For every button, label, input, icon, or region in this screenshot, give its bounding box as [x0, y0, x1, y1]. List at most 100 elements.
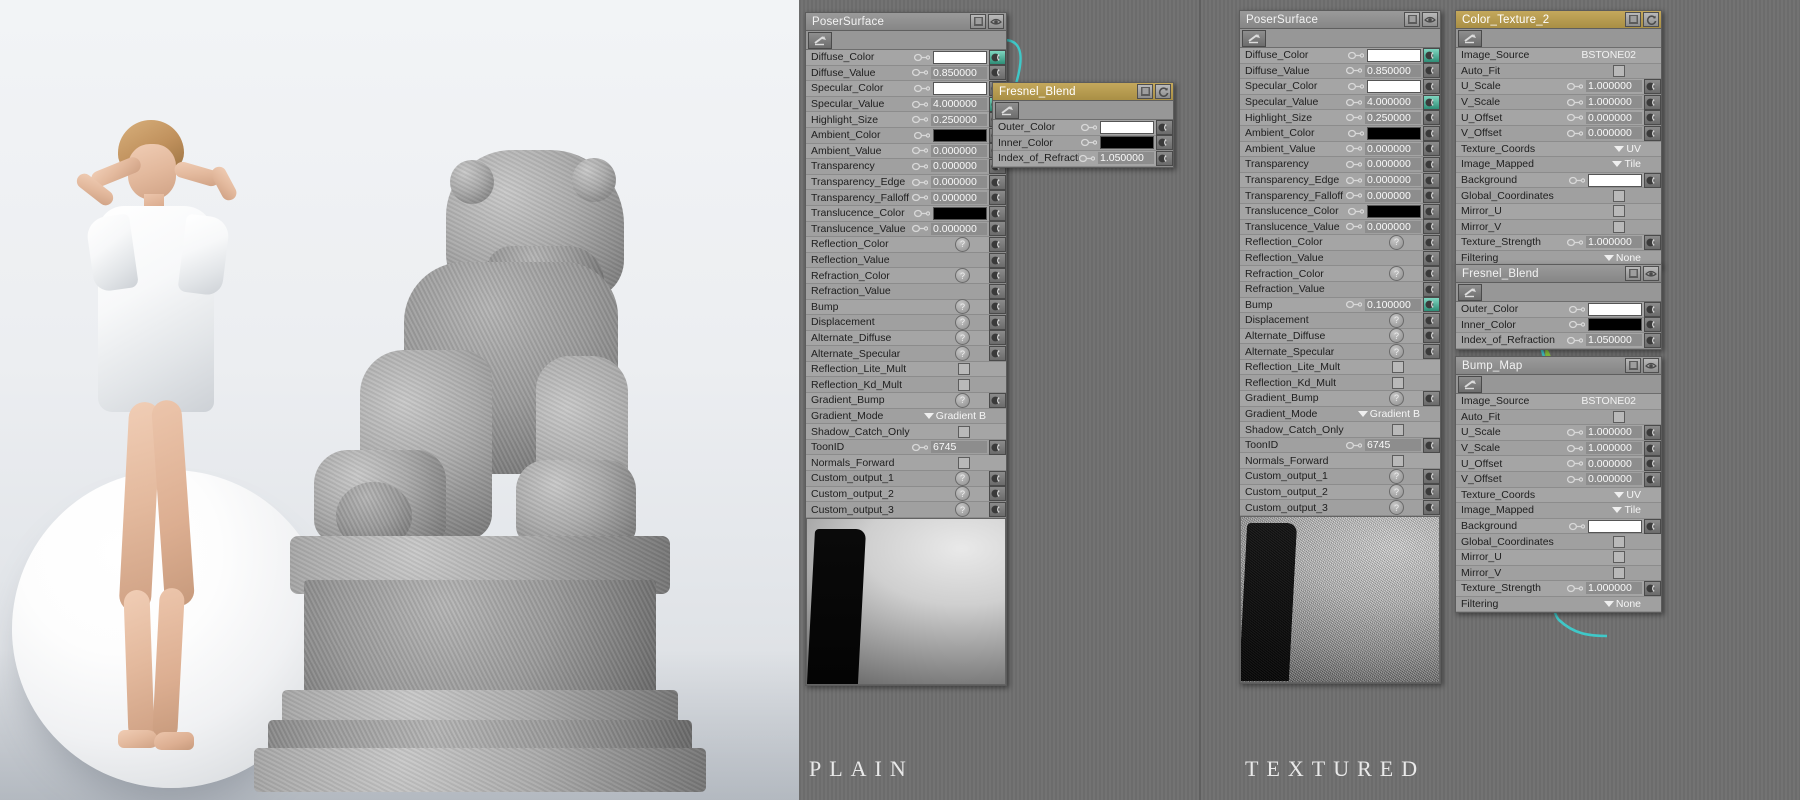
param-value[interactable]: ? [955, 299, 987, 315]
node-titlebar[interactable]: Color_Texture_2 [1456, 11, 1661, 29]
param-value[interactable]: 0.850000 [912, 66, 987, 79]
checkbox[interactable] [1613, 64, 1625, 77]
animation-key-icon[interactable] [1567, 444, 1583, 453]
output-plug-icon[interactable] [1646, 81, 1659, 92]
param-row[interactable]: Translucence_Value 0.000000 [806, 221, 1006, 238]
param-row[interactable]: Image_Mapped Tile [1456, 503, 1661, 519]
animation-key-icon[interactable] [1567, 459, 1583, 468]
param-value[interactable]: ? [955, 502, 987, 518]
param-row[interactable]: Refraction_Value [806, 283, 1006, 300]
color-swatch[interactable] [1100, 136, 1154, 150]
popup-menu[interactable]: UV [1614, 489, 1644, 501]
list-icon[interactable] [970, 14, 986, 29]
node-titlebar[interactable]: PoserSurface [806, 13, 1006, 31]
output-plug-icon[interactable] [991, 239, 1004, 250]
animation-key-icon[interactable] [1567, 82, 1583, 91]
checkbox[interactable] [958, 363, 970, 376]
input-plug-icon[interactable] [1423, 390, 1440, 406]
color-swatch[interactable] [1588, 519, 1642, 533]
empty-input-icon[interactable]: ? [955, 486, 970, 502]
param-value[interactable]: 1.000000 [1567, 236, 1642, 249]
input-plug-icon[interactable] [1644, 94, 1661, 110]
animation-key-icon[interactable] [1567, 113, 1583, 122]
node-output-bar[interactable] [806, 31, 1006, 50]
output-plug-icon[interactable] [1425, 486, 1438, 497]
animation-key-icon[interactable] [1346, 300, 1362, 309]
material-preview[interactable] [1240, 515, 1440, 683]
input-plug-icon[interactable] [989, 314, 1006, 330]
input-plug-icon[interactable] [989, 439, 1006, 455]
param-row[interactable]: Custom_output_1? [1240, 468, 1440, 485]
output-plug-icon[interactable] [1158, 153, 1171, 164]
color-swatch[interactable] [933, 128, 987, 142]
output-plug-icon[interactable] [1158, 122, 1171, 133]
param-value[interactable]: ? [955, 346, 987, 362]
list-icon[interactable] [1625, 12, 1641, 27]
eye-icon[interactable] [1422, 12, 1438, 27]
empty-input-icon[interactable]: ? [955, 392, 970, 408]
param-row[interactable]: U_Offset 0.000000 [1456, 110, 1661, 126]
output-plug-icon[interactable] [991, 504, 1004, 515]
value-field[interactable]: 1.000000 [1586, 442, 1642, 455]
param-value[interactable] [1613, 551, 1644, 564]
input-plug-icon[interactable] [1644, 234, 1661, 250]
value-field[interactable]: 0.250000 [1365, 111, 1421, 124]
param-row[interactable]: Refraction_Color? [1240, 266, 1440, 282]
empty-input-icon[interactable]: ? [1389, 484, 1404, 500]
param-value[interactable] [958, 378, 989, 391]
node-output-bar[interactable] [993, 101, 1173, 120]
value-field[interactable]: 1.000000 [1586, 80, 1642, 93]
refresh-icon[interactable] [1643, 12, 1659, 27]
animation-key-icon[interactable] [1567, 129, 1583, 138]
input-plug-icon[interactable] [989, 299, 1006, 315]
output-plug-icon[interactable] [1425, 471, 1438, 482]
param-row[interactable]: Refraction_Color? [806, 268, 1006, 284]
animation-key-icon[interactable] [1569, 176, 1585, 185]
param-row[interactable]: Bump 0.100000 [1240, 297, 1440, 314]
input-plug-icon[interactable] [1644, 301, 1661, 317]
animation-key-icon[interactable] [1569, 305, 1585, 314]
param-row[interactable]: Alternate_Specular? [1240, 344, 1440, 360]
color-swatch[interactable] [1588, 318, 1642, 332]
param-row[interactable]: ToonID 6745 [1240, 437, 1440, 454]
input-plug-icon[interactable] [1644, 172, 1661, 188]
value-field[interactable]: 1.000000 [1586, 426, 1642, 439]
node-output-bar[interactable] [1240, 29, 1440, 48]
empty-input-icon[interactable]: ? [1389, 500, 1404, 516]
param-value[interactable]: UV [1614, 143, 1644, 155]
param-row[interactable]: Transparency 0.000000 [806, 158, 1006, 175]
param-row[interactable]: Shadow_Catch_Only [806, 424, 1006, 440]
output-plug-icon[interactable] [1646, 458, 1659, 469]
animation-key-icon[interactable] [1346, 98, 1362, 107]
param-row[interactable]: U_Offset 0.000000 [1456, 456, 1661, 472]
output-plug-icon[interactable] [1425, 315, 1438, 326]
checkbox[interactable] [958, 378, 970, 391]
param-row[interactable]: Ambient_Value 0.000000 [806, 143, 1006, 160]
param-row[interactable]: Image_Source BSTONE02 [1456, 48, 1661, 64]
param-value[interactable]: ? [955, 236, 987, 252]
output-plug-icon[interactable] [1425, 253, 1438, 264]
output-plug-icon[interactable] [1646, 175, 1659, 186]
output-plug-icon[interactable] [1646, 474, 1659, 485]
output-plug-icon[interactable] [808, 31, 832, 49]
param-row[interactable]: Mirror_U [1456, 203, 1661, 220]
output-plug-icon[interactable] [1646, 319, 1659, 330]
checkbox[interactable] [1613, 535, 1625, 548]
output-plug-icon[interactable] [1458, 29, 1482, 47]
param-row[interactable]: ToonID 6745 [806, 439, 1006, 456]
checkbox[interactable] [958, 425, 970, 438]
animation-key-icon[interactable] [1567, 584, 1583, 593]
output-plug-icon[interactable] [1425, 221, 1438, 232]
value-field[interactable]: 1.000000 [1586, 582, 1642, 595]
param-value[interactable]: 4.000000 [912, 98, 987, 111]
eye-icon[interactable] [1643, 266, 1659, 281]
param-row[interactable]: Translucence_Color [806, 205, 1006, 222]
node-titlebar[interactable]: Fresnel_Blend [993, 83, 1173, 101]
color-swatch[interactable] [1367, 204, 1421, 218]
animation-key-icon[interactable] [914, 53, 930, 62]
param-value[interactable]: 1.050000 [1079, 152, 1154, 165]
color-swatch[interactable] [1367, 79, 1421, 93]
input-plug-icon[interactable] [989, 486, 1006, 502]
animation-key-icon[interactable] [1348, 207, 1364, 216]
param-row[interactable]: U_Scale 1.000000 [1456, 424, 1661, 441]
